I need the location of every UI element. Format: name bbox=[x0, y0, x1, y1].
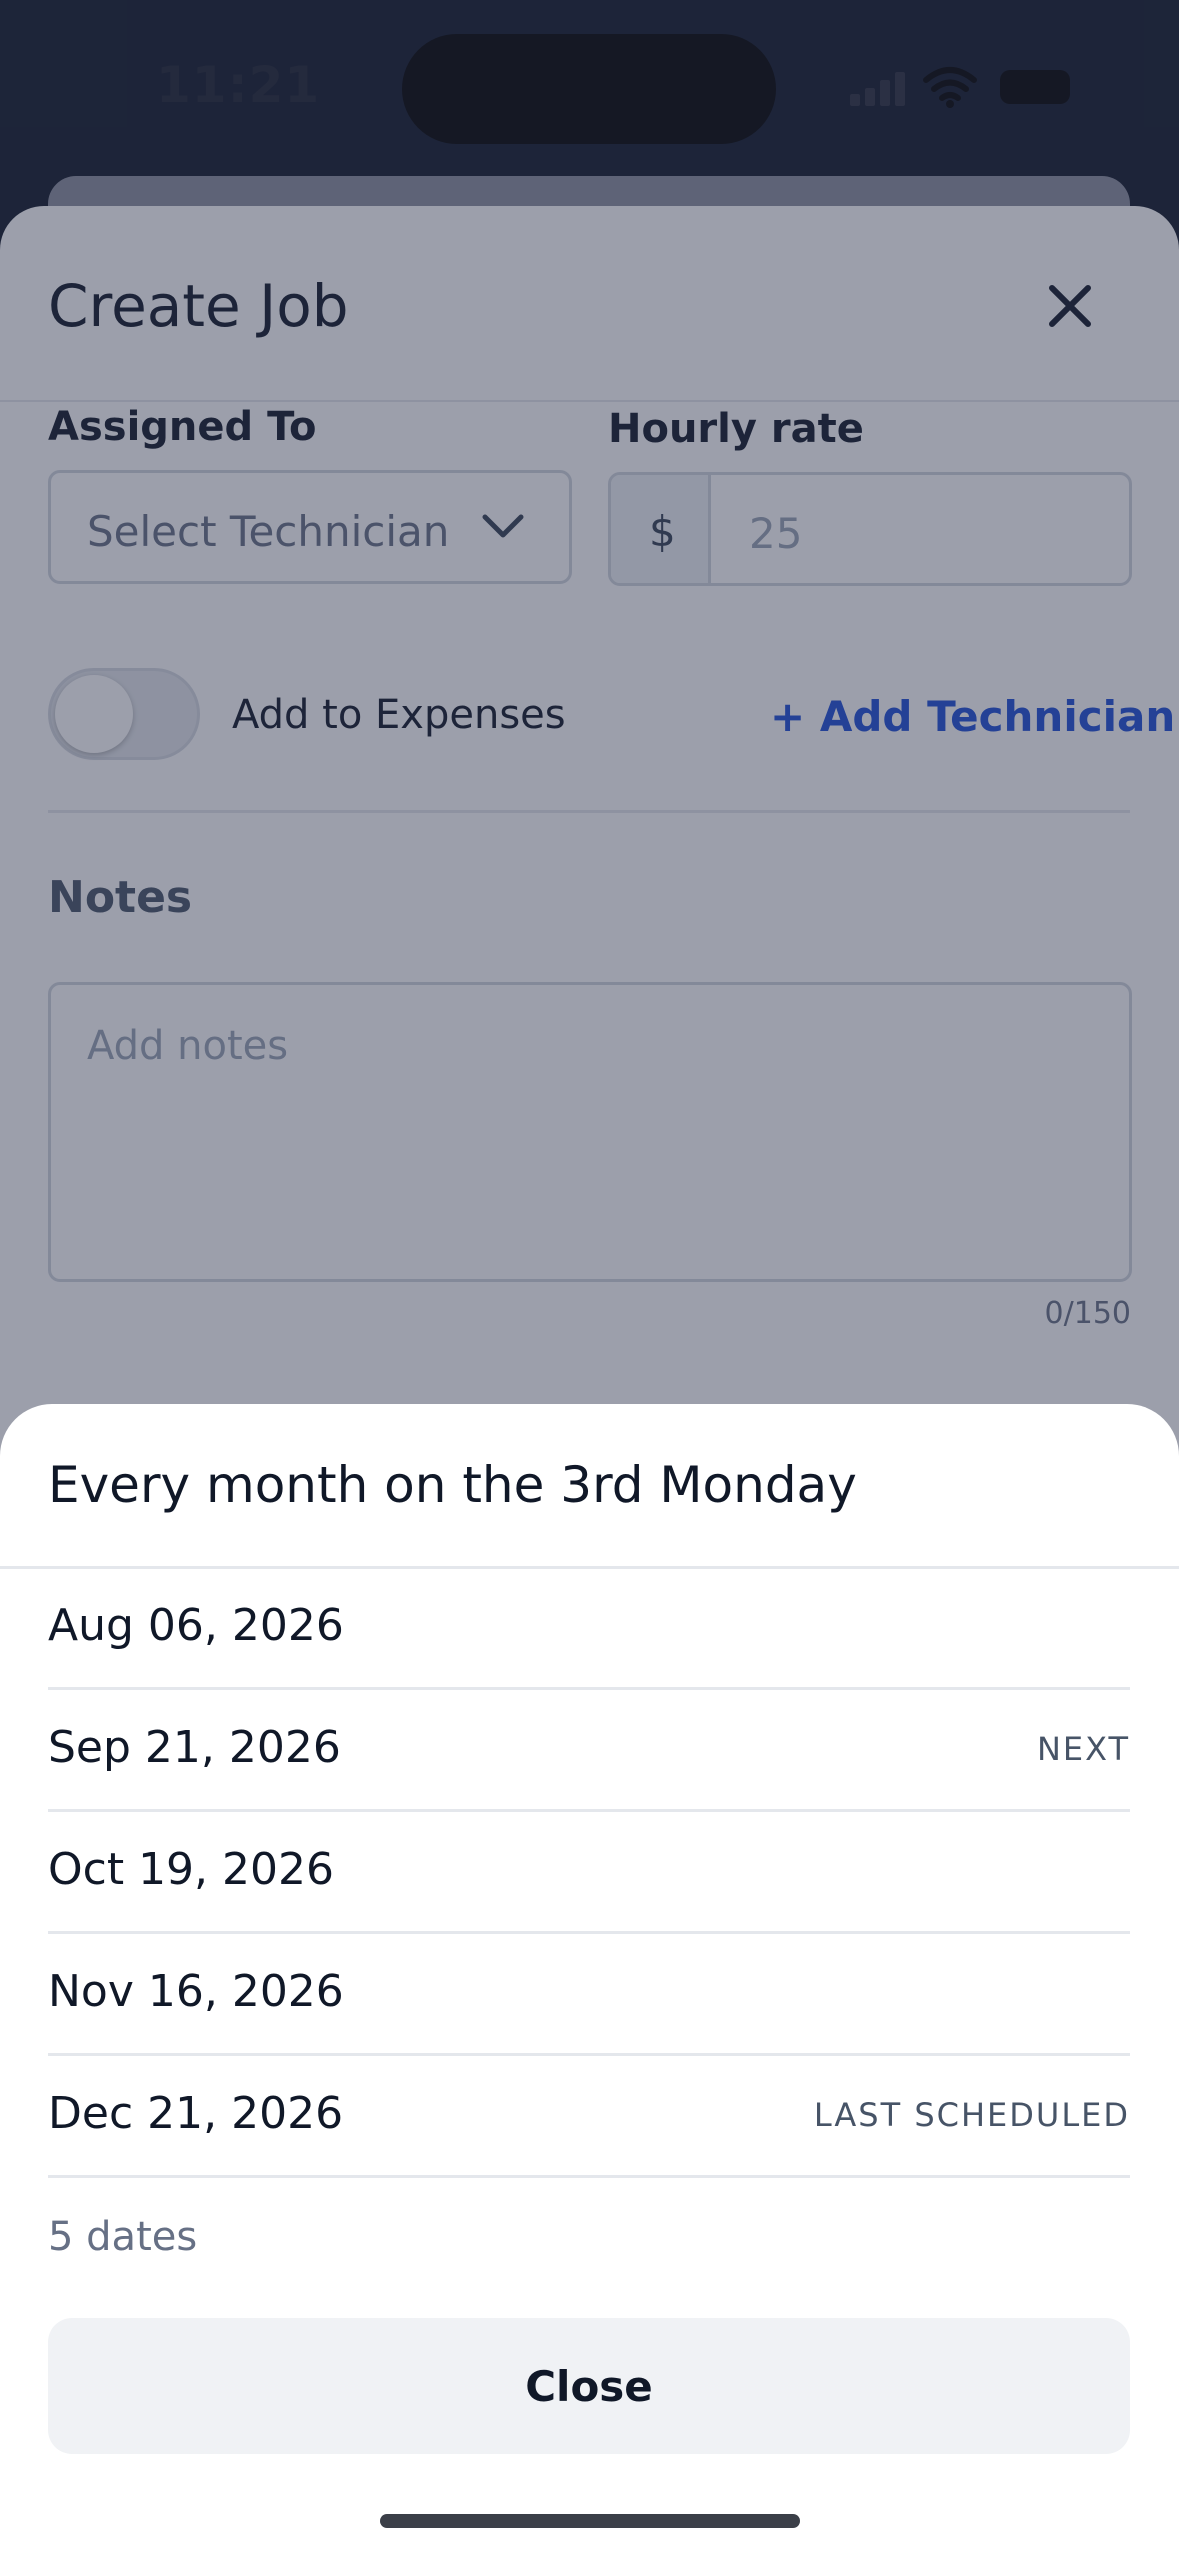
date-row: Nov 16, 2026 bbox=[48, 1934, 1130, 2056]
date-text: Nov 16, 2026 bbox=[48, 1966, 344, 2017]
date-text: Dec 21, 2026 bbox=[48, 2088, 344, 2139]
dates-count: 5 dates bbox=[48, 2214, 198, 2260]
date-row: Sep 21, 2026 NEXT bbox=[48, 1690, 1130, 1812]
last-scheduled-badge: LAST SCHEDULED bbox=[813, 2096, 1130, 2134]
recurrence-title: Every month on the 3rd Monday bbox=[48, 1456, 857, 1514]
date-row: Dec 21, 2026 LAST SCHEDULED bbox=[48, 2056, 1130, 2178]
date-text: Oct 19, 2026 bbox=[48, 1844, 334, 1895]
date-row: Aug 06, 2026 bbox=[48, 1568, 1130, 1690]
close-button[interactable]: Close bbox=[48, 2318, 1130, 2454]
date-text: Aug 06, 2026 bbox=[48, 1600, 344, 1651]
next-badge: NEXT bbox=[1036, 1730, 1130, 1768]
recurrence-dates-sheet: Every month on the 3rd Monday Aug 06, 20… bbox=[0, 1404, 1179, 2556]
date-row: Oct 19, 2026 bbox=[48, 1812, 1130, 1934]
date-text: Sep 21, 2026 bbox=[48, 1722, 341, 1773]
close-button-label: Close bbox=[525, 2362, 653, 2411]
home-indicator bbox=[380, 2514, 800, 2528]
